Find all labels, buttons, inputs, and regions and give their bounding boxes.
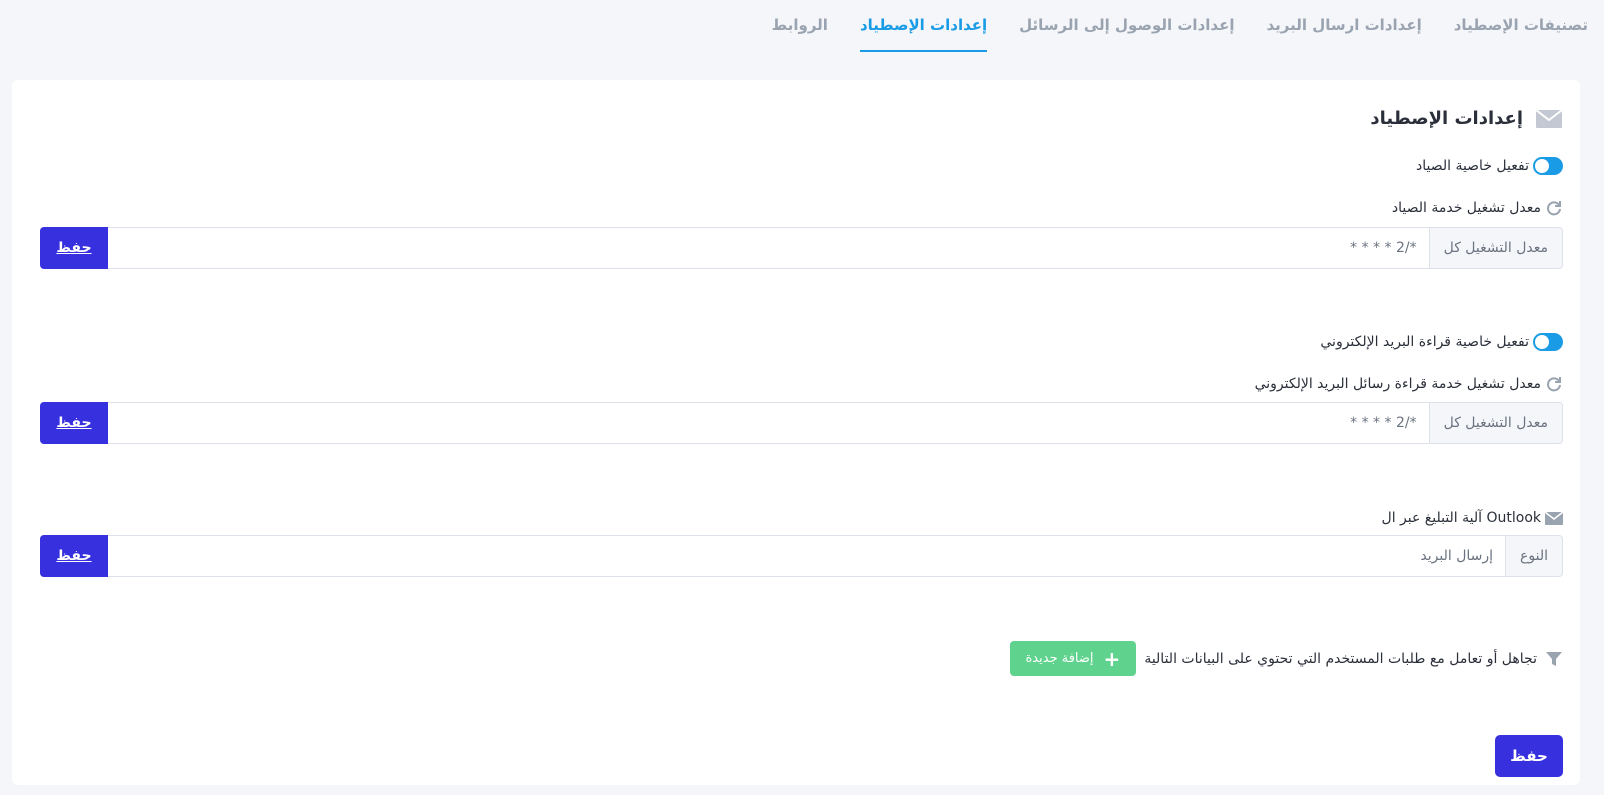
hunting-rate-group: معدل التشغيل كل حفظ bbox=[40, 227, 1563, 269]
email-rate-label: معدل تشغيل خدمة قراءة رسائل البريد الإلك… bbox=[1254, 376, 1541, 392]
hunting-toggle-label: تفعيل خاصية الصياد bbox=[1415, 158, 1529, 174]
outlook-type-input[interactable] bbox=[108, 535, 1506, 577]
tab-mail-sending-settings[interactable]: إعدادات ارسال البريد bbox=[1266, 0, 1421, 52]
outlook-row: آلية التبليغ عبر ال Outlook bbox=[1382, 509, 1563, 527]
settings-card: إعدادات الإصطياد تفعيل خاصية الصياد معدل… bbox=[12, 80, 1580, 785]
hunting-rate-addon: معدل التشغيل كل bbox=[1428, 227, 1563, 269]
plus-icon: + bbox=[1103, 646, 1121, 671]
add-new-button[interactable]: إضافة جديدة + bbox=[1009, 641, 1137, 676]
tab-bar: تصنيفات الإصطياد إعدادات ارسال البريد إع… bbox=[772, 0, 1588, 55]
email-rate-addon: معدل التشغيل كل bbox=[1428, 402, 1563, 444]
email-rate-group: معدل التشغيل كل حفظ bbox=[40, 402, 1563, 444]
tab-message-access-settings[interactable]: إعدادات الوصول إلى الرسائل bbox=[1019, 0, 1234, 52]
tab-links[interactable]: الروابط bbox=[772, 0, 828, 52]
outlook-label: آلية التبليغ عبر ال Outlook bbox=[1381, 510, 1541, 526]
section-header: إعدادات الإصطياد bbox=[1370, 108, 1563, 129]
email-reading-toggle[interactable] bbox=[1533, 333, 1563, 351]
hunting-toggle-row: تفعيل خاصية الصياد bbox=[1416, 157, 1563, 175]
email-rate-input[interactable] bbox=[108, 402, 1429, 444]
add-new-label: إضافة جديدة bbox=[1025, 651, 1094, 666]
email-toggle-row: تفعيل خاصية قراءة البريد الإلكتروني bbox=[1320, 333, 1563, 351]
section-title: إعدادات الإصطياد bbox=[1370, 108, 1523, 129]
envelope-icon bbox=[1545, 509, 1563, 527]
outlook-group: النوع حفظ bbox=[40, 535, 1563, 577]
filter-row: تجاهل أو تعامل مع طلبات المستخدم التي تح… bbox=[1009, 641, 1564, 676]
outlook-save-button[interactable]: حفظ bbox=[40, 535, 108, 577]
tab-phishing-categories[interactable]: تصنيفات الإصطياد bbox=[1454, 0, 1588, 52]
hunting-rate-label: معدل تشغيل خدمة الصياد bbox=[1391, 200, 1541, 216]
tab-phishing-settings[interactable]: إعدادات الإصطياد bbox=[859, 0, 988, 52]
main-save-button[interactable]: حفظ bbox=[1495, 735, 1563, 777]
hunting-save-button[interactable]: حفظ bbox=[40, 227, 108, 269]
refresh-icon bbox=[1545, 199, 1563, 217]
filter-label: تجاهل أو تعامل مع طلبات المستخدم التي تح… bbox=[1144, 650, 1537, 667]
email-rate-row: معدل تشغيل خدمة قراءة رسائل البريد الإلك… bbox=[1255, 375, 1563, 393]
email-toggle-label: تفعيل خاصية قراءة البريد الإلكتروني bbox=[1320, 334, 1529, 350]
hunting-rate-input[interactable] bbox=[108, 227, 1429, 269]
email-save-button[interactable]: حفظ bbox=[40, 402, 108, 444]
outlook-type-addon: النوع bbox=[1505, 535, 1563, 577]
hunting-rate-row: معدل تشغيل خدمة الصياد bbox=[1392, 199, 1563, 217]
hunting-toggle[interactable] bbox=[1533, 157, 1563, 175]
refresh-icon bbox=[1545, 375, 1563, 393]
envelope-icon bbox=[1535, 109, 1563, 129]
filter-icon bbox=[1545, 650, 1563, 668]
